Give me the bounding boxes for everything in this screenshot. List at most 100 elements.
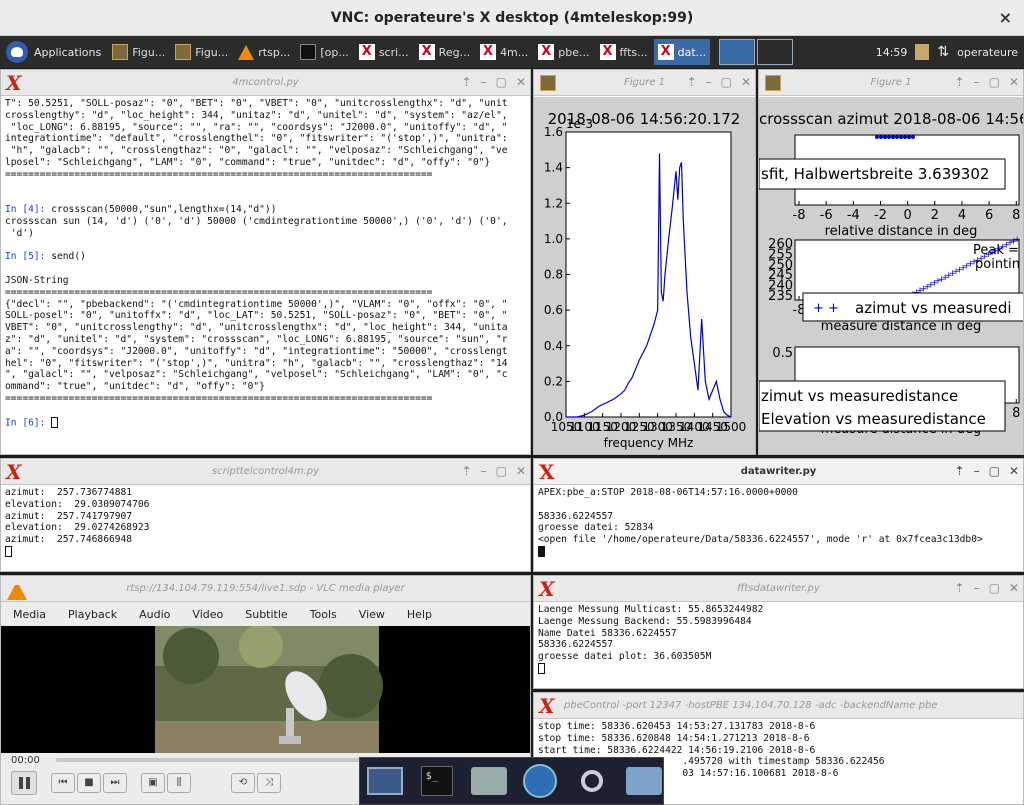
close-button[interactable]: ✕ — [516, 464, 526, 478]
command-4: crossscan(50000,"sun",lengthx=(14,"d")) — [51, 204, 277, 216]
figure-icon — [175, 44, 192, 60]
network-icon[interactable]: ⇅ — [937, 44, 949, 60]
x-axis-label: frequency MHz — [604, 436, 694, 450]
next-button[interactable]: ⏭ — [103, 773, 127, 793]
y-tick-label: 0.4 — [544, 339, 563, 353]
figure1-canvas[interactable]: 2018-08-06 14:56:20.172 1e-3 0.0 0.2 0.4 0.6 0… — [534, 97, 755, 454]
legend-marker: + + — [813, 301, 839, 316]
xterm-icon — [480, 44, 497, 60]
task-ffts[interactable]: ffts... — [596, 39, 652, 65]
task-4mcontrol[interactable]: 4m... — [476, 39, 532, 65]
x-axis-label: relative distance in deg — [825, 224, 978, 239]
task-figure-2[interactable]: Figu... — [171, 39, 232, 65]
menu-audio[interactable]: Audio — [139, 608, 170, 621]
task-reg[interactable]: Reg... — [415, 39, 474, 65]
ffts-terminal[interactable]: Laenge Messung Multicast: 55.8653244982 … — [538, 604, 1019, 686]
task-vlc[interactable]: rtsp... — [234, 39, 294, 65]
prompt-6: In [6]: — [5, 417, 52, 429]
minimize-button[interactable]: – — [974, 75, 980, 89]
figure2-canvas[interactable]: crossscan azimut 2018-08-06 14:56: -8 -6 -4… — [758, 97, 1024, 454]
folder-icon[interactable] — [625, 762, 663, 800]
play-pause-button[interactable] — [11, 771, 37, 795]
xterm-icon: X — [539, 694, 555, 718]
control-terminal[interactable]: T": 50.5251, "SOLL-posaz": "0", "BET": "… — [5, 98, 526, 452]
xterm-icon — [599, 44, 616, 60]
task-figure-1[interactable]: Figu... — [108, 39, 169, 65]
datawriter-terminal[interactable]: APEX:pbe_a:STOP 2018-08-06T14:57:16.0000… — [538, 487, 1019, 569]
minimize-button[interactable]: – — [481, 75, 487, 89]
control-window: X 4mcontrol.py ⇡ – ▢ ✕ T": 50.5251, "SOLL-p… — [0, 69, 531, 455]
xterm-icon — [358, 44, 375, 60]
raise-icon[interactable]: ⇡ — [687, 75, 697, 89]
menu-video[interactable]: Video — [192, 608, 223, 621]
raise-icon[interactable]: ⇡ — [462, 464, 472, 478]
menu-playback[interactable]: Playback — [68, 608, 117, 621]
minimize-button[interactable]: – — [974, 581, 980, 595]
x-tick-label: -4 — [847, 208, 860, 223]
clock[interactable]: 14:59 — [876, 46, 908, 59]
minimize-button[interactable]: – — [706, 75, 712, 89]
stop-button[interactable]: ■ — [77, 773, 101, 793]
applications-menu[interactable]: Applications — [0, 36, 107, 68]
close-button[interactable]: ✕ — [1009, 464, 1019, 478]
y-tick-label: 1.2 — [544, 196, 563, 210]
fullscreen-button[interactable]: ▣ — [141, 773, 165, 793]
menu-media[interactable]: Media — [13, 608, 46, 621]
home-folder-icon[interactable] — [470, 762, 508, 800]
maximize-button[interactable]: ▢ — [989, 581, 1000, 595]
clipboard-icon[interactable] — [915, 44, 930, 60]
maximize-button[interactable]: ▢ — [496, 75, 507, 89]
raise-icon[interactable]: ⇡ — [955, 464, 965, 478]
prev-button[interactable]: ⏮ — [51, 773, 75, 793]
task-datawriter[interactable]: dat... — [653, 39, 711, 65]
task-label: Figu... — [132, 45, 166, 59]
web-browser-icon[interactable] — [521, 762, 559, 800]
workspace-2[interactable] — [757, 39, 794, 65]
workspace-1[interactable] — [719, 39, 756, 65]
maximize-button[interactable]: ▢ — [989, 75, 1000, 89]
maximize-button[interactable]: ▢ — [721, 75, 732, 89]
vlc-video-area[interactable] — [1, 624, 530, 753]
raise-icon[interactable]: ⇡ — [955, 75, 965, 89]
y-tick-label: 1.0 — [544, 232, 563, 246]
maximize-button[interactable]: ▢ — [496, 464, 507, 478]
x-tick-label: -2 — [874, 208, 887, 223]
scripttel-terminal[interactable]: azimut: 257.736774881 elevation: 29.0309… — [5, 487, 526, 569]
close-button[interactable]: ✕ — [1009, 581, 1019, 595]
task-terminal[interactable]: [op... — [296, 39, 353, 65]
terminal-icon[interactable]: $_ — [418, 762, 456, 800]
close-button[interactable]: ✕ — [516, 75, 526, 89]
prompt-4: In [4]: — [5, 204, 52, 216]
menu-tools[interactable]: Tools — [310, 608, 337, 621]
task-scripttel[interactable]: scri... — [355, 39, 413, 65]
task-pbe[interactable]: pbe... — [534, 39, 593, 65]
raise-icon[interactable]: ⇡ — [462, 75, 472, 89]
loop-button[interactable]: ⟲ — [231, 773, 255, 793]
search-icon[interactable] — [573, 762, 611, 800]
x-tick-label: 8 — [1012, 208, 1020, 223]
menu-help[interactable]: Help — [407, 608, 432, 621]
minimize-button[interactable]: – — [481, 464, 487, 478]
fftsdatawriter-window: X fftsdatawriter.py ⇡ – ▢ ✕ Laenge Messung … — [533, 575, 1024, 689]
x-tick-label: -8 — [793, 208, 806, 223]
legend-entry: sfit, Halbwertsbreite 3.639302 — [761, 165, 989, 183]
user-menu[interactable]: operateure — [957, 46, 1018, 59]
data-point — [907, 135, 911, 139]
vnc-close-button[interactable]: × — [999, 8, 1012, 27]
extended-settings-button[interactable]: ⫼ — [167, 773, 191, 793]
raise-icon[interactable]: ⇡ — [955, 581, 965, 595]
minimize-button[interactable]: – — [974, 464, 980, 478]
show-desktop-icon[interactable] — [366, 762, 404, 800]
chart-title: crossscan azimut 2018-08-06 14:56: — [759, 110, 1023, 128]
task-label: rtsp... — [258, 45, 291, 59]
menu-subtitle[interactable]: Subtitle — [245, 608, 287, 621]
y-tick-label: 1.4 — [544, 161, 563, 175]
output-block: T": 50.5251, "SOLL-posaz": "0", "BET": "… — [5, 98, 508, 180]
close-button[interactable]: ✕ — [741, 75, 751, 89]
legend-entry: zimut vs measuredistance — [761, 387, 958, 405]
shuffle-button[interactable]: ⤨ — [257, 773, 281, 793]
menu-view[interactable]: View — [359, 608, 385, 621]
close-button[interactable]: ✕ — [1009, 75, 1019, 89]
maximize-button[interactable]: ▢ — [989, 464, 1000, 478]
task-label: 4m... — [500, 45, 529, 59]
